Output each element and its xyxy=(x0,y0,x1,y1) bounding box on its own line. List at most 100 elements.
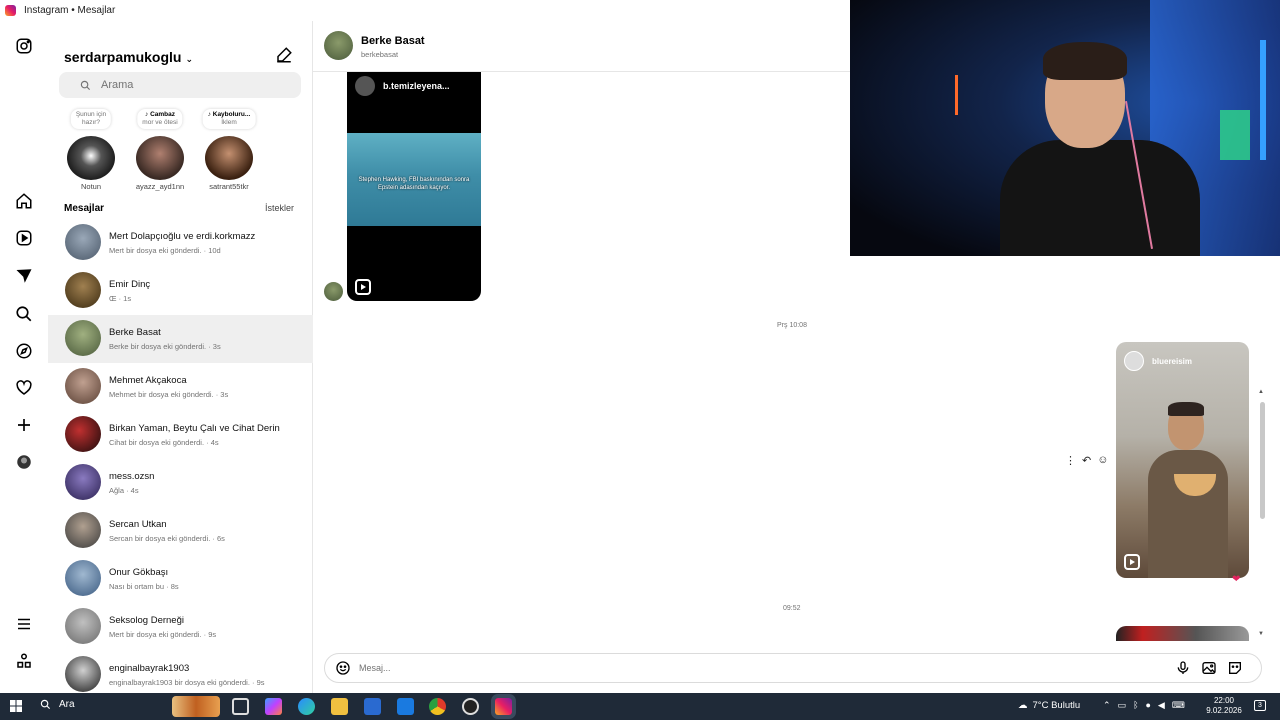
weather-widget[interactable]: ☁ 7°C Bulutlu xyxy=(1018,700,1080,711)
shared-reel[interactable]: b.temizleyena... Stephen Hawking, FBI ba… xyxy=(347,72,481,301)
taskbar-search[interactable]: Ara xyxy=(40,699,75,710)
network-icon[interactable]: ▭ xyxy=(1118,700,1127,711)
search-icon[interactable] xyxy=(14,304,34,324)
taskbar-search-label: Ara xyxy=(59,699,75,710)
conversation-item[interactable]: Mert Dolapçıoğlu ve erdi.korkmazz Mert b… xyxy=(48,219,313,267)
mail-icon[interactable] xyxy=(397,698,414,715)
message-input-placeholder: Mesaj... xyxy=(359,663,391,673)
conversation-preview: Ağla · 4s xyxy=(109,486,139,495)
window-title: Instagram • Mesajlar xyxy=(24,5,116,16)
conversation-item[interactable]: Emir Dinç Œ · 1s xyxy=(48,267,313,315)
clock-date: 9.02.2026 xyxy=(1206,706,1242,715)
scrollbar-thumb[interactable] xyxy=(1260,402,1265,519)
chrome-icon[interactable] xyxy=(429,698,446,715)
edge-icon[interactable] xyxy=(298,698,315,715)
conversation-name: Mert Dolapçıoğlu ve erdi.korkmazz xyxy=(109,231,256,242)
conversation-item[interactable]: Sercan Utkan Sercan bir dosya eki gönder… xyxy=(48,507,313,555)
conversation-preview: Sercan bir dosya eki gönderdi. · 6s xyxy=(109,534,225,543)
messages-icon[interactable] xyxy=(14,266,34,286)
image-icon[interactable] xyxy=(1201,660,1217,676)
meta-apps-icon[interactable] xyxy=(14,651,34,671)
more-options-icon[interactable]: ⋮ xyxy=(1065,454,1076,467)
avatar xyxy=(65,272,101,308)
create-plus-icon[interactable] xyxy=(14,415,34,435)
scroll-down-icon[interactable]: ▼ xyxy=(1258,631,1264,637)
conversation-item[interactable]: Birkan Yaman, Beytu Çalı ve Cihat Derin … xyxy=(48,411,313,459)
shared-reel[interactable]: bluereisim xyxy=(1116,342,1249,578)
avatar xyxy=(65,416,101,452)
note-subtext: İklem xyxy=(221,119,237,126)
requests-link[interactable]: İstekler xyxy=(265,203,294,213)
timestamp: Prş 10:08 xyxy=(777,322,807,329)
conversation-preview: Mehmet bir dosya eki gönderdi. · 3s xyxy=(109,390,229,399)
conversation-preview: Œ · 1s xyxy=(109,294,132,303)
chevron-up-icon[interactable]: ⌃ xyxy=(1103,700,1111,711)
conversation-item-active[interactable]: Berke Basat Berke bir dosya eki gönderdi… xyxy=(48,315,313,363)
contact-name[interactable]: Berke Basat xyxy=(361,35,425,47)
contact-avatar[interactable] xyxy=(324,31,353,60)
microphone-icon[interactable]: ● xyxy=(1145,700,1150,711)
avatar xyxy=(136,136,184,180)
notification-center-icon[interactable]: 3 xyxy=(1254,700,1266,711)
conversation-item[interactable]: mess.ozsn Ağla · 4s xyxy=(48,459,313,507)
webcam-overlay xyxy=(850,0,1280,256)
reel-caption: Stephen Hawking, FBI baskınından sonra E… xyxy=(358,177,470,191)
conversations-sidebar: serdarpamukoglu ⌄ Arama Şunun için hazır? … xyxy=(48,21,313,693)
note-bubble: ♪ Cambaz mor ve ötesi xyxy=(137,109,183,129)
avatar xyxy=(65,224,101,260)
reel-author-avatar xyxy=(355,76,375,96)
sticker-icon[interactable] xyxy=(1227,660,1243,676)
conversation-item[interactable]: Onur Gökbaşı Nası bi ortam bu · 8s xyxy=(48,555,313,603)
copilot-icon[interactable] xyxy=(265,698,282,715)
messages-heading: Mesajlar xyxy=(64,203,105,214)
new-message-button[interactable] xyxy=(275,46,293,64)
instagram-taskbar-icon[interactable] xyxy=(495,698,512,715)
store-icon[interactable] xyxy=(364,698,381,715)
home-icon[interactable] xyxy=(14,191,34,211)
reels-icon[interactable] xyxy=(14,228,34,248)
avatar xyxy=(65,512,101,548)
microphone-icon[interactable] xyxy=(1175,660,1191,676)
conversation-name: enginalbayrak1903 xyxy=(109,663,190,674)
note-name: ayazz_ayd1nn xyxy=(135,182,185,191)
shared-reel-partial[interactable] xyxy=(1116,626,1249,641)
chat-header[interactable]: Berke Basat berkebasat xyxy=(313,21,850,72)
emoji-icon[interactable] xyxy=(335,660,351,676)
notes-row: Şunun için hazır? Notun ♪ Cambaz mor ve öt… xyxy=(48,109,313,194)
message-composer[interactable]: Mesaj... xyxy=(324,653,1262,683)
account-switcher[interactable]: serdarpamukoglu ⌄ xyxy=(64,49,193,65)
scroll-up-icon[interactable]: ▲ xyxy=(1258,389,1264,395)
search-icon xyxy=(80,80,91,90)
note-subtext: mor ve ötesi xyxy=(142,119,178,126)
task-view-icon[interactable] xyxy=(232,698,249,715)
instagram-logo-icon[interactable] xyxy=(14,36,34,56)
taskbar: Ara ☁ 7°C Bulutlu ⌃ ▭ ᛒ ● ◀ ⌨ 22:00 9.02… xyxy=(0,693,1280,720)
avatar xyxy=(65,320,101,356)
clock[interactable]: 22:00 9.02.2026 xyxy=(1205,696,1243,716)
reel-author-name: bluereisim xyxy=(1152,356,1193,366)
explore-icon[interactable] xyxy=(14,341,34,361)
windows-start-icon[interactable] xyxy=(10,700,22,712)
obs-icon[interactable] xyxy=(462,698,479,715)
react-emoji-icon[interactable]: ☺ xyxy=(1097,454,1108,467)
keyboard-icon[interactable]: ⌨ xyxy=(1172,700,1185,711)
timestamp: 09:52 xyxy=(783,605,801,612)
conversation-list: Mert Dolapçıoğlu ve erdi.korkmazz Mert b… xyxy=(48,219,313,699)
conversation-item[interactable]: Seksolog Derneği Mert bir dosya eki gönd… xyxy=(48,603,313,651)
nav-rail xyxy=(0,21,48,693)
note-name: satrant55tkr xyxy=(209,182,249,191)
profile-avatar-icon[interactable] xyxy=(14,452,34,472)
reel-author-avatar xyxy=(1124,351,1144,371)
notifications-heart-icon[interactable] xyxy=(14,378,34,398)
menu-icon[interactable] xyxy=(14,614,34,634)
conversation-item[interactable]: enginalbayrak1903 enginalbayrak1903 bir … xyxy=(48,651,313,699)
bluetooth-icon[interactable]: ᛒ xyxy=(1133,700,1138,711)
search-input[interactable]: Arama xyxy=(59,72,301,98)
file-explorer-icon[interactable] xyxy=(331,698,348,715)
reel-thumbnail: Stephen Hawking, FBI baskınından sonra E… xyxy=(347,133,481,226)
reply-icon[interactable]: ↶ xyxy=(1082,454,1091,467)
conversation-item[interactable]: Mehmet Akçakoca Mehmet bir dosya eki gön… xyxy=(48,363,313,411)
volume-icon[interactable]: ◀ xyxy=(1158,700,1165,711)
avatar xyxy=(65,608,101,644)
heart-reaction-icon[interactable]: ❤ xyxy=(1232,574,1240,585)
